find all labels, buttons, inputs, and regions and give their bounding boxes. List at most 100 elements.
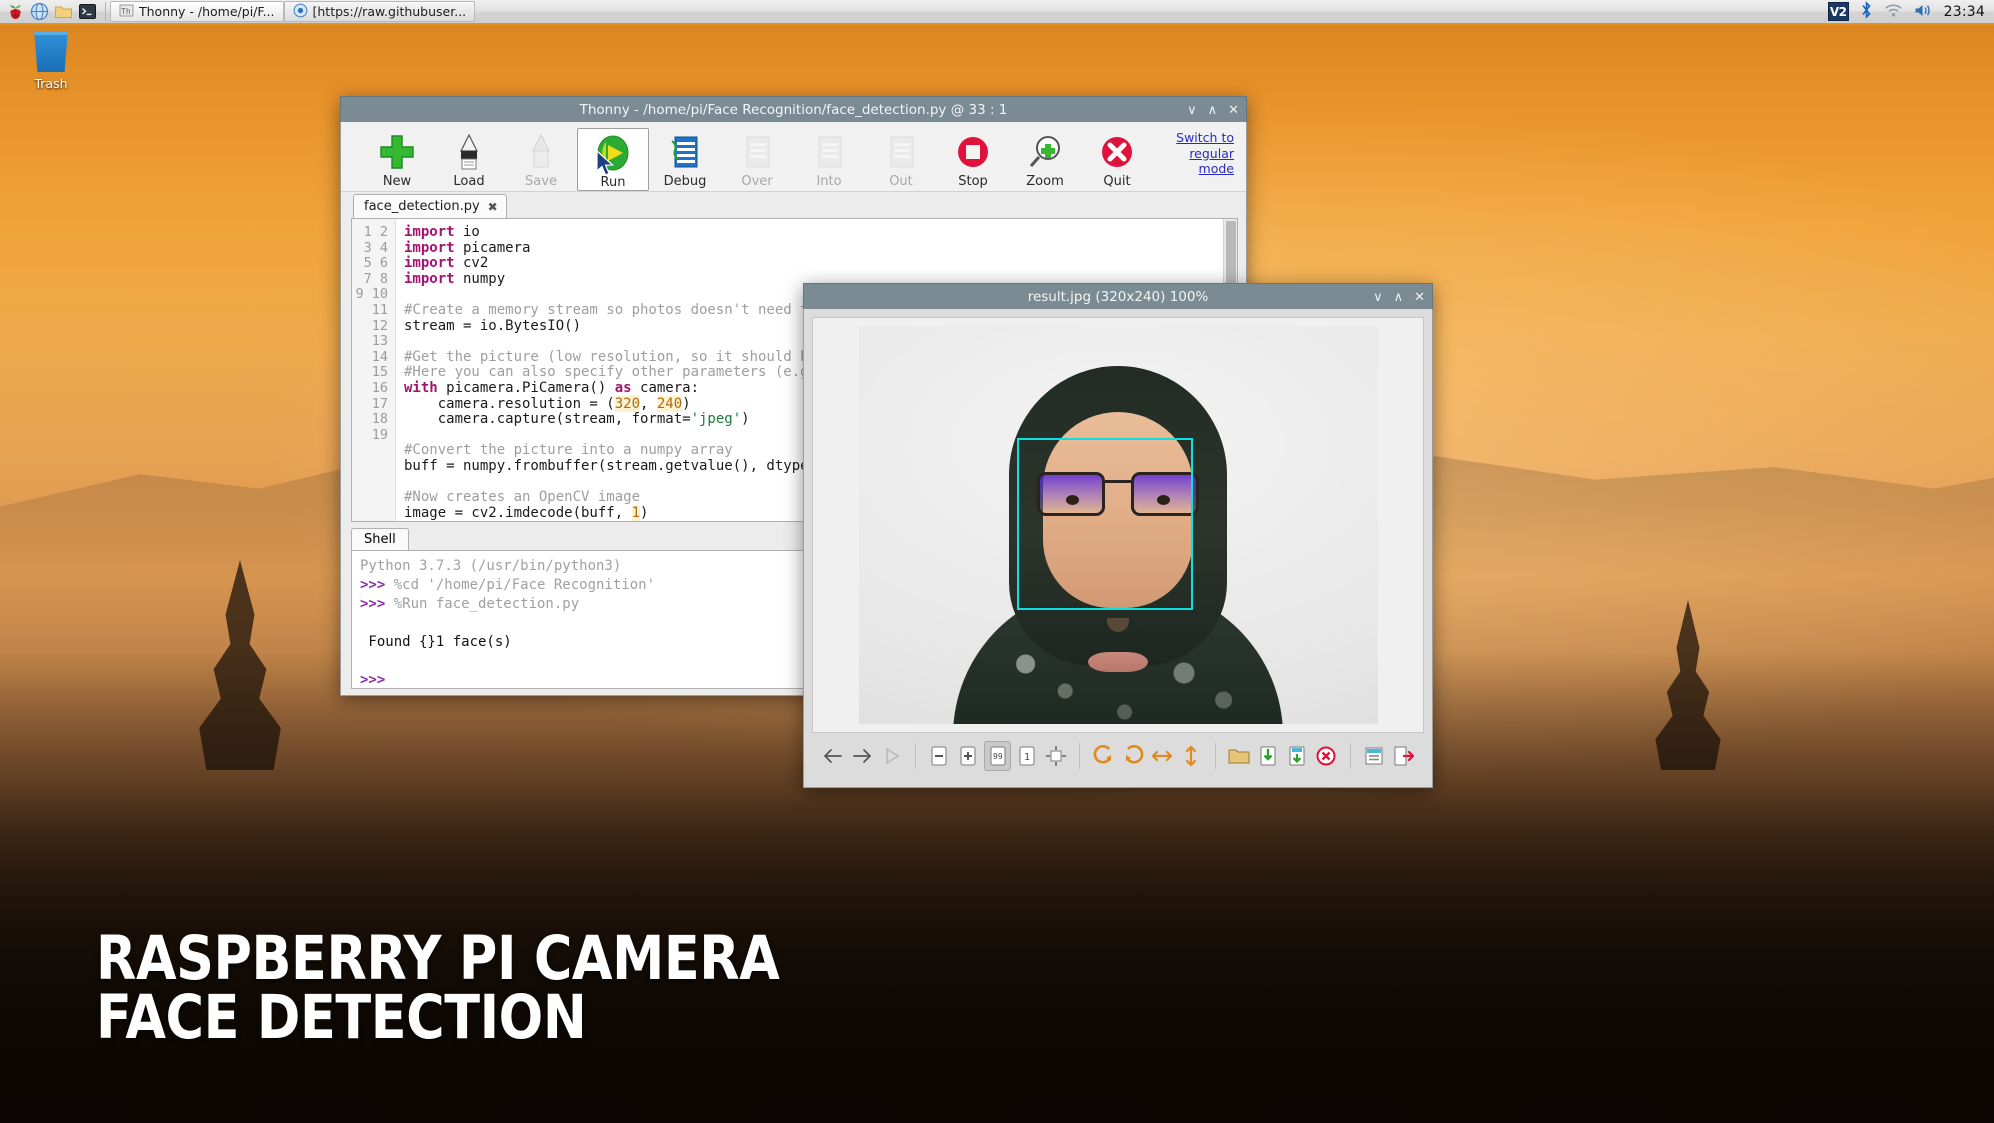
into-button[interactable]: Into — [793, 128, 865, 189]
volume-icon[interactable] — [1914, 3, 1933, 21]
system-tray: V2 23:34 — [1827, 1, 1994, 22]
bluetooth-icon[interactable] — [1860, 1, 1873, 22]
thonny-titlebar[interactable]: Thonny - /home/pi/Face Recognition/face_… — [340, 96, 1247, 122]
image-viewer-window: result.jpg (320x240) 100% ∨ ∧ ✕ 99 1 — [803, 283, 1433, 788]
maximize-button[interactable]: ∧ — [1208, 104, 1218, 117]
shell-tab-label: Shell — [364, 532, 396, 548]
viewer-titlebar[interactable]: result.jpg (320x240) 100% ∨ ∧ ✕ — [803, 283, 1433, 309]
thonny-title: Thonny - /home/pi/Face Recognition/face_… — [579, 101, 1008, 118]
file-manager-icon[interactable] — [54, 2, 73, 21]
video-caption-overlay: RASPBERRY PI CAMERA FACE DETECTION — [96, 922, 780, 1053]
pagoda-silhouette-right — [1655, 600, 1721, 770]
close-icon[interactable]: ✖ — [488, 200, 498, 214]
clock[interactable]: 23:34 — [1944, 4, 1985, 20]
browser-icon[interactable] — [30, 2, 49, 21]
magnifier-icon — [1026, 132, 1064, 172]
over-button[interactable]: Over — [721, 128, 793, 189]
wifi-icon[interactable] — [1884, 3, 1903, 21]
close-button[interactable]: ✕ — [1414, 291, 1425, 304]
rotate-left-button[interactable] — [1090, 741, 1116, 771]
viewer-toolbar: 99 1 — [812, 733, 1424, 779]
raspberry-menu-icon[interactable] — [6, 2, 25, 21]
thonny-window-controls: ∨ ∧ ✕ — [1187, 97, 1239, 123]
out-button[interactable]: Out — [865, 128, 937, 189]
pagoda-silhouette-left — [199, 560, 281, 770]
actual-size-button[interactable]: 1 — [1014, 741, 1040, 771]
rotate-right-button[interactable] — [1120, 741, 1146, 771]
editor-tab-face-detection[interactable]: face_detection.py ✖ — [353, 194, 507, 218]
next-image-button[interactable] — [849, 741, 875, 771]
zoom-in-button[interactable] — [955, 741, 981, 771]
fullscreen-button[interactable] — [1043, 741, 1069, 771]
stop-button[interactable]: Stop — [937, 128, 1009, 189]
caption-line-1: RASPBERRY PI CAMERA — [96, 922, 780, 994]
plus-icon — [378, 132, 416, 172]
quit-button-label: Quit — [1103, 174, 1131, 189]
taskbar-window-thonny-label: Thonny - /home/pi/F... — [139, 4, 275, 19]
stop-button-label: Stop — [958, 174, 988, 189]
flip-horizontal-button[interactable] — [1149, 741, 1175, 771]
editor-tabstrip: face_detection.py ✖ — [351, 192, 1238, 218]
fit-window-button[interactable]: 99 — [984, 741, 1011, 771]
svg-text:Th: Th — [121, 7, 131, 16]
step-out-icon — [882, 132, 920, 172]
toolbar-separator — [914, 743, 916, 769]
quit-icon — [1098, 132, 1136, 172]
new-button[interactable]: New — [361, 128, 433, 189]
face-detection-box — [1016, 438, 1193, 610]
save-icon — [522, 132, 560, 172]
new-button-label: New — [382, 174, 412, 189]
save-button-label: Save — [525, 174, 557, 189]
debug-icon — [666, 132, 704, 172]
over-button-label: Over — [741, 174, 773, 189]
viewer-body: 99 1 — [803, 309, 1433, 788]
tab-shell[interactable]: Shell — [351, 528, 409, 551]
exit-button[interactable] — [1390, 741, 1416, 771]
caption-line-2: FACE DETECTION — [96, 981, 587, 1053]
zoom-button[interactable]: Zoom — [1009, 128, 1081, 189]
open-file-button[interactable] — [1225, 741, 1251, 771]
flip-vertical-button[interactable] — [1178, 741, 1204, 771]
quit-button[interactable]: Quit — [1081, 128, 1153, 189]
minimize-button[interactable]: ∨ — [1373, 291, 1383, 304]
taskbar-window-thonny[interactable]: Th Thonny - /home/pi/F... — [110, 1, 284, 22]
properties-button[interactable] — [1360, 741, 1386, 771]
taskbar: Th Thonny - /home/pi/F... [https://raw.g… — [0, 0, 1994, 25]
toolbar-separator — [1079, 743, 1081, 769]
taskbar-launchers — [0, 2, 101, 21]
zoom-out-button[interactable] — [926, 741, 952, 771]
previous-image-button[interactable] — [820, 741, 846, 771]
debug-button-label: Debug — [663, 174, 707, 189]
subject-mouth — [1088, 652, 1148, 672]
load-button-label: Load — [453, 174, 485, 189]
slideshow-button[interactable] — [879, 741, 905, 771]
desktop-icon-trash[interactable]: Trash — [18, 32, 84, 91]
viewer-title: result.jpg (320x240) 100% — [1027, 288, 1209, 305]
result-photo — [858, 326, 1378, 724]
zoom-button-label: Zoom — [1026, 174, 1064, 189]
toolbar-separator — [1214, 743, 1216, 769]
terminal-icon[interactable] — [78, 2, 97, 21]
editor-tab-label: face_detection.py — [364, 199, 480, 214]
chromium-icon — [293, 3, 308, 21]
vnc-icon[interactable]: V2 — [1827, 2, 1849, 21]
taskbar-separator — [105, 2, 106, 21]
image-canvas[interactable] — [812, 317, 1424, 733]
step-over-icon — [738, 132, 776, 172]
save-button[interactable]: Save — [505, 128, 577, 189]
maximize-button[interactable]: ∧ — [1394, 291, 1404, 304]
save-as-button[interactable] — [1284, 741, 1310, 771]
viewer-window-controls: ∨ ∧ ✕ — [1373, 284, 1425, 310]
minimize-button[interactable]: ∨ — [1187, 104, 1197, 117]
toolbar-separator — [1349, 743, 1351, 769]
debug-button[interactable]: Debug — [649, 128, 721, 189]
close-button[interactable]: ✕ — [1228, 104, 1239, 117]
save-button[interactable] — [1255, 741, 1281, 771]
out-button-label: Out — [889, 174, 913, 189]
mouse-cursor — [596, 149, 616, 182]
delete-button[interactable] — [1313, 741, 1339, 771]
load-button[interactable]: Load — [433, 128, 505, 189]
taskbar-window-browser[interactable]: [https://raw.githubuser... — [283, 1, 476, 22]
switch-to-regular-mode-link[interactable]: Switch to regular mode — [1168, 130, 1234, 177]
load-icon — [450, 132, 488, 172]
